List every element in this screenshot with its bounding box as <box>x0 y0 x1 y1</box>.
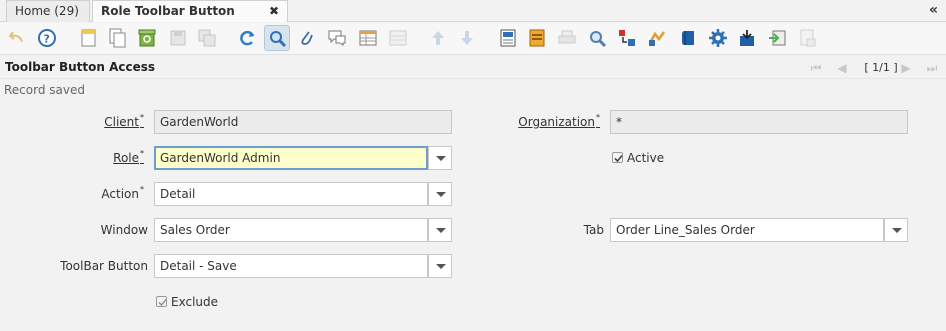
active-label: Active <box>627 151 665 165</box>
role-input[interactable]: GardenWorld Admin <box>154 146 428 170</box>
tab-select[interactable]: Order Line_Sales Order <box>610 218 884 242</box>
process-icon[interactable] <box>705 25 731 51</box>
role-label: Role* <box>113 149 144 165</box>
page-title: Toolbar Button Access <box>5 60 156 74</box>
zoom-across-icon[interactable] <box>584 25 610 51</box>
action-dropdown-button[interactable] <box>428 182 452 206</box>
organization-field: * <box>610 110 908 134</box>
export-icon[interactable] <box>734 25 760 51</box>
archive-icon[interactable] <box>524 25 550 51</box>
next-record-icon[interactable]: ▶ <box>898 60 914 76</box>
requests-icon[interactable] <box>614 25 640 51</box>
toolbar-button-dropdown-button[interactable] <box>428 254 452 278</box>
tab-home-label: Home (29) <box>15 4 79 18</box>
tab-role-toolbar-button-access[interactable]: Role Toolbar Button Access ✖ <box>92 0 288 39</box>
role-dropdown-button[interactable] <box>428 146 452 170</box>
last-record-icon[interactable]: ⏭ <box>924 60 940 76</box>
collapse-icon[interactable]: « <box>929 2 938 18</box>
refresh-icon[interactable] <box>234 25 260 51</box>
exclude-label: Exclude <box>171 295 219 309</box>
find-icon[interactable] <box>264 25 290 51</box>
grid-toggle-icon[interactable] <box>355 25 381 51</box>
save-new-icon[interactable] <box>194 25 220 51</box>
window-select[interactable]: Sales Order <box>154 218 428 242</box>
active-checkbox[interactable] <box>612 152 623 163</box>
close-tab-icon[interactable]: ✖ <box>269 1 279 22</box>
status-message: Record saved <box>4 83 85 97</box>
print-icon[interactable] <box>554 25 580 51</box>
client-field: GardenWorld <box>154 110 452 134</box>
import-icon[interactable] <box>764 25 790 51</box>
window-dropdown-button[interactable] <box>428 218 452 242</box>
tab-label: Tab <box>583 223 604 237</box>
multi-record-icon[interactable] <box>385 25 411 51</box>
tab-home[interactable]: Home (29) <box>6 0 90 22</box>
detail-record-icon[interactable] <box>454 25 480 51</box>
svg-text:?: ? <box>44 33 50 46</box>
new-record-icon[interactable] <box>76 25 102 51</box>
workflow-icon[interactable] <box>644 25 670 51</box>
toolbar-button-label: ToolBar Button <box>60 259 148 273</box>
post-icon[interactable] <box>795 25 821 51</box>
action-select[interactable]: Detail <box>154 182 428 206</box>
window-tabs: Home (29) Role Toolbar Button Access ✖ « <box>0 0 946 39</box>
product-info-icon[interactable] <box>675 25 701 51</box>
chat-icon[interactable] <box>324 25 350 51</box>
first-record-icon[interactable]: ⏮ <box>808 60 824 76</box>
tab-dropdown-button[interactable] <box>884 218 908 242</box>
toolbar: ? <box>0 23 946 55</box>
record-header: Toolbar Button Access ⏮ ◀ [ 1/1 ] ▶ ⏭ <box>0 57 946 79</box>
window-label: Window <box>100 223 148 237</box>
history-icon[interactable] <box>495 25 521 51</box>
client-label: Client* <box>104 113 144 129</box>
organization-label: Organization* <box>518 113 600 129</box>
copy-record-icon[interactable] <box>105 25 131 51</box>
toolbar-button-select[interactable]: Detail - Save <box>154 254 428 278</box>
help-icon[interactable]: ? <box>34 25 60 51</box>
action-label: Action* <box>101 185 144 201</box>
delete-icon[interactable] <box>134 25 160 51</box>
parent-record-icon[interactable] <box>425 25 451 51</box>
previous-record-icon[interactable]: ◀ <box>834 60 850 76</box>
undo-icon[interactable] <box>4 25 30 51</box>
exclude-checkbox[interactable] <box>156 296 167 307</box>
save-icon[interactable] <box>165 25 191 51</box>
attachment-icon[interactable] <box>294 25 320 51</box>
record-navigation: ⏮ ◀ [ 1/1 ] ▶ ⏭ <box>808 59 940 77</box>
